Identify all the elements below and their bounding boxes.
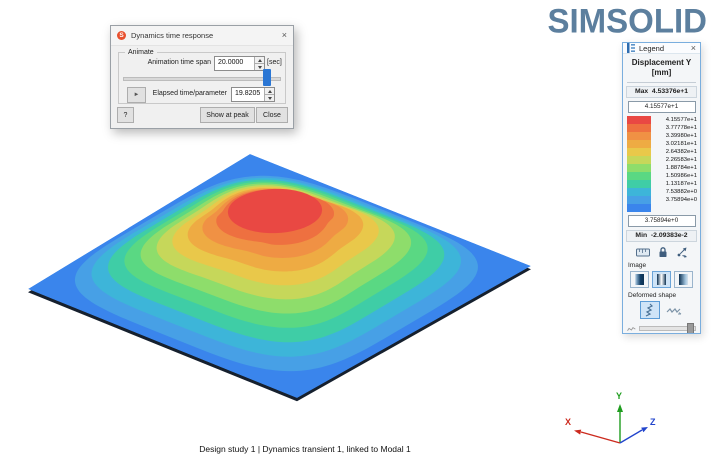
legend-swatch-column [627,116,651,212]
dialog-close-icon[interactable]: × [282,31,287,40]
legend-tick-label: 3.77778e+1 [651,124,698,132]
simsolid-logo: SIMSOLID [547,1,707,41]
play-button[interactable]: ► [127,87,146,103]
z-axis-arrowhead [641,427,648,432]
lock-icon[interactable] [658,246,668,258]
animation-slider-handle[interactable] [263,69,271,86]
x-axis-label: X [565,417,571,427]
legend-tick-label: 2.64382e+1 [651,148,698,156]
legend-tick-label: 3.02181e+1 [651,140,698,148]
legend-title: Legend [639,44,691,53]
legend-color-scale: 4.15577e+13.77778e+13.39980e+13.02181e+1… [627,116,698,212]
gradient-bar-icon [679,274,688,285]
legend-swatch-7 [627,172,651,180]
legend-swatch-5 [627,156,651,164]
time-span-unit: [sec] [267,59,282,66]
x-axis-line [581,432,620,443]
legend-tick-label: 4.15577e+1 [651,116,698,124]
application-window: SIMSOLID Design study 1 | Dynamics trans… [0,0,712,473]
close-button[interactable]: Close [256,107,288,123]
legend-max-label: Max 4.53376e+1 [626,86,697,98]
legend-tick-label: 7.53882e+0 [651,188,698,196]
legend-tick-label: 3.39980e+1 [651,132,698,140]
legend-tick-label: 1.88784e+1 [651,164,698,172]
gradient-bar-icon [635,274,644,285]
deformation-scale-row [626,324,696,332]
y-axis-arrowhead [617,404,623,412]
dialog-titlebar[interactable]: S Dynamics time response × [111,26,293,46]
legend-swatch-2 [627,132,651,140]
legend-swatch-9 [627,188,651,196]
spring-icon [643,303,657,317]
legend-swatch-0 [627,116,651,124]
time-span-spinbox[interactable]: 20.0000 [214,56,265,71]
legend-tick-label: 1.13187e+1 [651,180,698,188]
legend-upper-bound-field[interactable]: 4.15577e+1 [628,101,696,113]
elapsed-spinner[interactable] [264,88,274,101]
deformation-scale-handle[interactable] [687,323,694,334]
time-span-label: Animation time span [121,59,211,66]
legend-swatch-8 [627,180,651,188]
deformation-scale-slider[interactable] [639,326,696,331]
plate-contour-bands [28,154,531,398]
deformed-shape-on-button[interactable] [640,301,660,319]
show-at-peak-button[interactable]: Show at peak [200,107,255,123]
legend-lower-bound-field[interactable]: 3.75894e+0 [628,215,696,227]
image-style-center-button[interactable] [652,271,671,288]
ruler-icon[interactable] [636,248,650,257]
legend-swatch-11 [627,204,651,212]
legend-swatch-10 [627,196,651,204]
legend-tick-label: 2.26583e+1 [651,156,698,164]
help-button[interactable]: ? [117,107,134,123]
animate-group-label: Animate [125,49,157,56]
z-axis-label: Z [650,417,656,427]
legend-quantity: Displacement Y [mm] [623,58,700,78]
legend-icon [627,43,635,53]
probe-arrows-icon[interactable] [676,246,688,258]
flat-spring-icon [666,304,682,316]
elapsed-label: Elapsed time/parameter [149,90,227,97]
image-group-label: Image [628,262,700,269]
y-axis-label: Y [616,391,622,401]
legend-min-label: Min -2.09383e-2 [626,230,697,242]
legend-separator [627,82,696,83]
legend-swatch-6 [627,164,651,172]
legend-swatch-4 [627,148,651,156]
x-axis-arrowhead [574,430,581,435]
legend-swatch-3 [627,140,651,148]
image-style-right-button[interactable] [674,271,693,288]
legend-quantity-unit: [mm] [623,68,700,78]
image-style-buttons [623,271,700,288]
deformed-shape-buttons [623,301,700,319]
deformed-shape-group-label: Deformed shape [628,292,700,299]
legend-titlebar[interactable]: Legend × [623,43,700,54]
legend-toolbar [623,246,700,258]
legend-close-icon[interactable]: × [691,44,696,53]
animation-slider-track[interactable] [123,77,281,81]
simsolid-app-icon: S [117,31,126,40]
elapsed-spinbox[interactable]: 19.8205 [231,87,275,102]
dialog-title: Dynamics time response [131,31,282,40]
legend-panel: Legend × Displacement Y [mm] Max 4.53376… [622,42,701,334]
time-span-spinner[interactable] [254,57,264,70]
spin-down-icon[interactable] [265,94,274,101]
study-caption: Design study 1 | Dynamics transient 1, l… [160,444,450,454]
legend-tick-label: 1.50986e+1 [651,172,698,180]
deformed-shape-off-button[interactable] [664,301,684,319]
legend-quantity-name: Displacement Y [623,58,700,68]
image-style-left-button[interactable] [630,271,649,288]
legend-tick-column: 4.15577e+13.77778e+13.39980e+13.02181e+1… [651,116,698,212]
gradient-bar-icon [657,274,666,285]
play-icon: ► [134,92,140,98]
time-span-value[interactable]: 20.0000 [215,57,254,70]
small-spring-icon [626,324,637,332]
legend-swatch-1 [627,124,651,132]
elapsed-value[interactable]: 19.8205 [232,88,264,101]
z-axis-line [620,430,642,443]
orientation-triad: Y X Z [555,385,665,460]
legend-tick-label: 3.75894e+0 [651,196,698,204]
dynamics-time-response-dialog: S Dynamics time response × Animate Anima… [110,25,294,129]
